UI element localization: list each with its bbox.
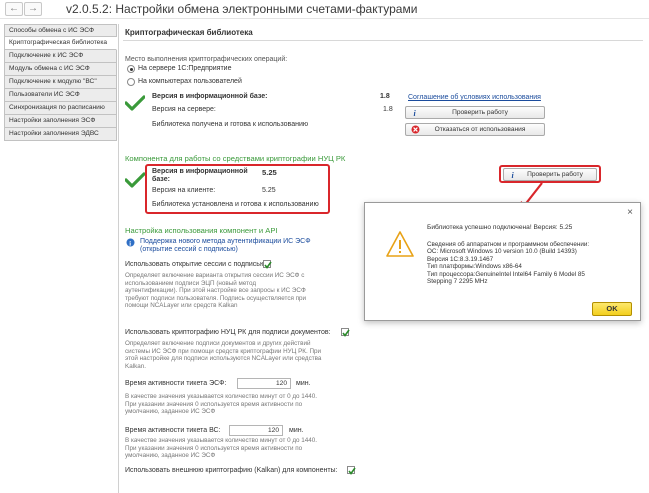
crypto-version-db-label: Версия в информационной базе: <box>152 93 268 100</box>
ok-button[interactable]: OK <box>592 302 632 316</box>
dialog-info-line: Stepping 7 2295 MHz <box>427 278 488 286</box>
radio-client-label[interactable]: На компьютерах пользователей <box>138 78 242 85</box>
result-dialog: × Библиотека успешно подключена! Версия:… <box>364 202 641 321</box>
dialog-message: Библиотека успешно подключена! Версия: 5… <box>427 224 573 231</box>
sidebar-item-esf-settings[interactable]: Настройки заполнения ЭСФ <box>4 115 117 128</box>
vs-ticket-label: Время активности тикета ВС: <box>125 427 221 434</box>
dialog-info-line: Сведения об аппаратном и программном обе… <box>427 241 590 248</box>
checkmark-icon <box>125 95 145 111</box>
crypto-check-button-label: Проверить работу <box>452 109 508 116</box>
sidebar-item-vs-module[interactable]: Подключение к модулю "ВС" <box>4 76 117 89</box>
refuse-button-label: Отказаться от использования <box>434 126 526 133</box>
api-section-title: Настройка использования компонент и API <box>125 226 278 235</box>
back-button[interactable]: ← <box>5 2 23 16</box>
vs-ticket-unit: мин. <box>289 427 304 434</box>
crypto-version-server-value: 1.8 <box>383 106 393 113</box>
window-title: v2.0.5.2: Настройки обмена электронными … <box>66 2 418 16</box>
support-line-1: Поддержка нового метода аутентификации И… <box>140 238 311 245</box>
esf-ticket-description: В качестве значения указывается количест… <box>125 393 318 416</box>
section-title: Криптографическая библиотека <box>125 28 253 37</box>
radio-server[interactable] <box>127 65 135 73</box>
dialog-info-line: Версия 1С:8.3.19.1467 <box>427 255 494 263</box>
info-circle-icon: i <box>126 238 135 247</box>
ncu-version-db-label-line2: базе: <box>152 176 170 183</box>
ncu-version-db-value: 5.25 <box>262 168 277 177</box>
esf-ticket-input[interactable]: 120 <box>237 378 291 389</box>
radio-client[interactable] <box>127 78 135 86</box>
sidebar-item-edvs-settings[interactable]: Настройки заполнения ЭДВС <box>4 128 117 141</box>
kalkan-check-icon <box>348 467 356 475</box>
kalkan-checkbox[interactable] <box>347 466 356 475</box>
ncu-checkmark-icon <box>125 172 145 188</box>
ncu-version-client-value: 5.25 <box>262 187 276 194</box>
close-icon[interactable]: × <box>627 207 633 218</box>
section-divider <box>123 40 643 41</box>
crypto-version-db-value: 1.8 <box>380 93 390 100</box>
sidebar-item-esf-module[interactable]: Модуль обмена с ИС ЭСФ <box>4 63 117 76</box>
ncu-sign-checkbox[interactable] <box>341 328 350 337</box>
title-bar: ← → v2.0.5.2: Настройки обмена электронн… <box>0 0 649 19</box>
sidebar-item-esf-connection[interactable]: Подключение к ИС ЭСФ <box>4 50 117 63</box>
esf-ticket-unit: мин. <box>296 380 311 387</box>
open-session-check-icon <box>264 261 272 269</box>
ncu-version-db-label-line1: Версия в информационной <box>152 168 248 175</box>
sidebar-divider <box>118 24 119 493</box>
ncu-sign-check-icon <box>342 329 350 337</box>
dialog-info: Сведения об аппаратном и программном обе… <box>427 241 589 285</box>
warning-icon <box>386 231 414 257</box>
vs-ticket-input[interactable]: 120 <box>229 425 283 436</box>
radio-server-label[interactable]: На сервере 1С:Предприятие <box>138 65 231 72</box>
ncu-sign-label: Использовать криптографию НУЦ РК для под… <box>125 329 331 336</box>
vs-ticket-description: В качестве значения указывается количест… <box>125 437 318 460</box>
crypto-version-server-label: Версия на сервере: <box>152 106 216 113</box>
crypto-status-text: Библиотека получена и готова к использов… <box>152 121 309 128</box>
dialog-info-line: ОС: Microsoft Windows 10 version 10.0 (B… <box>427 248 577 256</box>
esf-ticket-label: Время активности тикета ЭСФ: <box>125 380 227 387</box>
sidebar: Способы обмена с ИС ЭСФ Криптографическа… <box>4 24 117 141</box>
open-session-label: Использовать открытие сессии с подписью: <box>125 261 268 268</box>
svg-text:i: i <box>129 241 131 248</box>
forward-button[interactable]: → <box>24 2 42 16</box>
refuse-button[interactable]: Отказаться от использования <box>405 123 545 136</box>
sidebar-item-crypto-library[interactable]: Криптографическая библиотека <box>4 37 117 50</box>
dialog-info-line: Тип платформы:Windows x86-64 <box>427 263 522 271</box>
kalkan-label: Использовать внешнюю криптографию (Kalka… <box>125 467 338 474</box>
crypto-check-button[interactable]: i Проверить работу <box>405 106 545 119</box>
sidebar-item-sync-schedule[interactable]: Синхронизация по расписанию <box>4 102 117 115</box>
location-label: Место выполнения криптографических опера… <box>125 56 288 63</box>
support-line-2: (открытие сессий с подписью) <box>140 246 238 253</box>
sidebar-item-exchange-methods[interactable]: Способы обмена с ИС ЭСФ <box>4 24 117 37</box>
ncu-section-title: Компонента для работы со средствами крип… <box>125 154 346 163</box>
ncu-check-button-label: Проверить работу <box>527 171 583 178</box>
sidebar-item-esf-users[interactable]: Пользователи ИС ЭСФ <box>4 89 117 102</box>
agreement-link[interactable]: Соглашение об условиях использования <box>408 94 541 101</box>
ncu-sign-description: Определяет включение подписи документов … <box>125 340 322 370</box>
open-session-checkbox[interactable] <box>263 260 272 269</box>
ncu-version-client-label: Версия на клиенте: <box>152 187 216 194</box>
open-session-description: Определяет включение варианта открытия с… <box>125 272 307 310</box>
dialog-info-line: Тип процессора:GenuineIntel Intel64 Fami… <box>427 270 585 278</box>
ncu-status-text: Библиотека установлена и готова к исполь… <box>152 201 319 208</box>
